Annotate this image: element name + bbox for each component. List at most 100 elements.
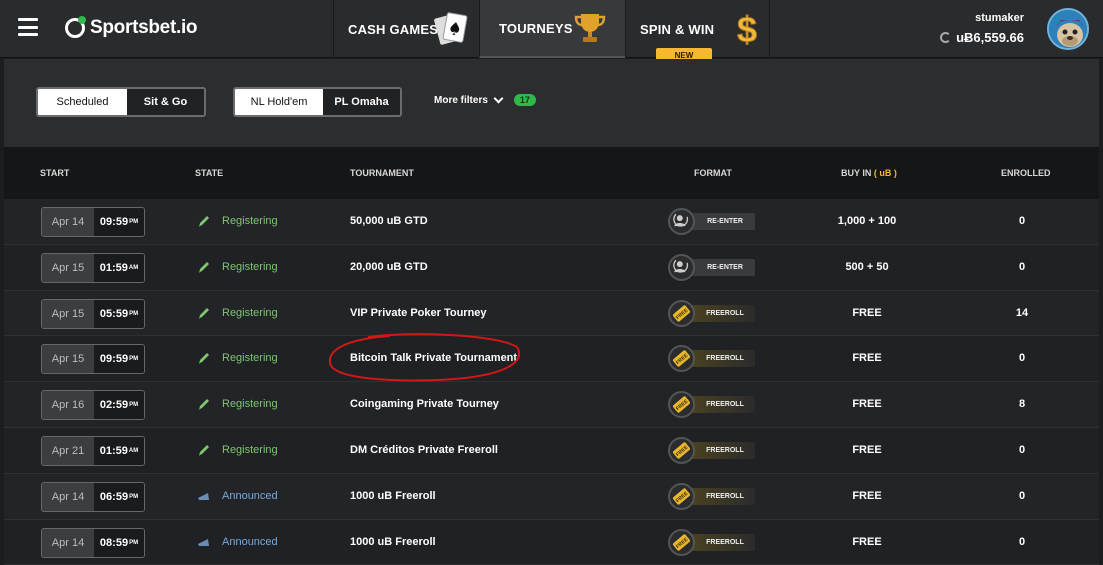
state: Registering <box>197 214 278 228</box>
pen-icon <box>199 399 209 411</box>
tab-scheduled[interactable]: Scheduled <box>38 89 127 115</box>
format: FREE FREEROLL <box>668 528 755 556</box>
format: RE-ENTER <box>668 253 755 281</box>
start-time: Apr 15 05:59 PM <box>41 298 145 329</box>
table-row[interactable]: Apr 15 01:59 AM Registering 20,000 uB GTD RE-… <box>4 244 1099 291</box>
tournament-name[interactable]: Bitcoin Talk Private Tournament <box>350 352 517 364</box>
enrolled-count: 14 <box>1015 306 1029 319</box>
logo[interactable]: Sportsbet.io <box>65 16 198 39</box>
tab-pl-omaha[interactable]: PL Omaha <box>323 89 400 115</box>
format-label: FREEROLL <box>689 396 755 414</box>
tab-sit-and-go[interactable]: Sit & Go <box>127 89 204 115</box>
game-tab-group: NL Hold'em PL Omaha <box>233 87 402 117</box>
enrolled-count: 0 <box>1018 352 1026 365</box>
free-tag-icon: FREE <box>668 345 695 373</box>
user-info[interactable]: stumaker uɃ6,559.66 <box>940 12 1024 45</box>
start-clock-time: 09:59 <box>99 216 129 228</box>
nav-cash-games[interactable]: CASH GAMES <box>333 0 479 58</box>
nav-tourneys[interactable]: TOURNEYS <box>479 0 625 58</box>
buy-in: 500 + 50 <box>845 260 889 273</box>
free-tag-icon: FREE <box>668 528 695 556</box>
start-clock-time: 02:59 <box>99 399 129 412</box>
format-label: FREEROLL <box>689 533 755 551</box>
type-tab-group: Scheduled Sit & Go <box>36 87 206 117</box>
nav-spin-and-win[interactable]: SPIN & WIN $ NEW <box>625 0 770 64</box>
start-time: Apr 21 01:59 AM <box>41 435 145 466</box>
start-date: Apr 15 <box>42 345 94 374</box>
tournament-name[interactable]: 1000 uB Freeroll <box>350 536 436 548</box>
tournament-name[interactable]: 1000 uB Freeroll <box>350 490 436 502</box>
enrolled-count: 0 <box>1018 215 1026 227</box>
state-label: Registering <box>222 398 278 411</box>
megaphone-icon <box>198 538 209 546</box>
enrolled-count: 0 <box>1018 443 1026 456</box>
state-label: Registering <box>222 352 278 365</box>
table-row[interactable]: Apr 14 08:59 PM Announced 1000 uB Freeroll FR… <box>4 519 1099 565</box>
tournament-name[interactable]: 50,000 uB GTD <box>350 215 428 227</box>
table-row[interactable]: Apr 15 09:59 PM Registering Bitcoin Talk Pri… <box>4 336 1099 383</box>
format: FREE FREEROLL <box>668 299 755 327</box>
state: Registering <box>197 351 278 365</box>
start-date: Apr 14 <box>42 208 94 236</box>
start-clock-time: 08:59 <box>99 536 129 549</box>
start-clock: 01:59 AM <box>94 253 144 282</box>
username: stumaker <box>975 12 1024 24</box>
start-clock-time: 05:59 <box>99 307 129 320</box>
header-state[interactable]: STATE <box>195 168 223 178</box>
nav-tourneys-label: TOURNEYS <box>499 20 573 36</box>
buy-in: 1,000 + 100 <box>837 215 897 227</box>
format: FREE FREEROLL <box>668 345 755 373</box>
tab-nl-holdem[interactable]: NL Hold'em <box>235 89 323 115</box>
state-label: Registering <box>222 215 278 227</box>
format: FREE FREEROLL <box>668 482 755 510</box>
free-tag-icon: FREE <box>668 391 695 419</box>
logo-text: Sportsbet.io <box>90 17 198 38</box>
header-buyin[interactable]: BUY IN ( uB ) <box>841 168 897 178</box>
start-time: Apr 14 09:59 PM <box>41 207 145 237</box>
start-clock: 05:59 PM <box>94 299 144 328</box>
format: FREE FREEROLL <box>668 391 755 419</box>
header-tournament[interactable]: TOURNAMENT <box>350 168 414 178</box>
start-clock-ampm: PM <box>129 493 139 500</box>
tournament-name[interactable]: Coingaming Private Tourney <box>350 398 499 410</box>
avatar[interactable] <box>1047 8 1089 50</box>
start-clock-time: 06:59 <box>99 490 129 503</box>
start-date: Apr 21 <box>42 436 94 465</box>
more-filters-button[interactable]: More filters 17 <box>434 93 536 106</box>
nav-cash-games-label: CASH GAMES <box>348 21 439 37</box>
enrolled-count: 0 <box>1018 535 1026 548</box>
top-bar: Sportsbet.io CASH GAMES TOURNEYS SPIN & … <box>0 0 1103 64</box>
playing-cards-icon <box>434 12 468 45</box>
pen-icon <box>199 261 209 273</box>
start-clock-time: 01:59 <box>99 261 128 274</box>
format-label: RE-ENTER <box>689 258 755 276</box>
tournament-name[interactable]: DM Créditos Private Freeroll <box>350 444 498 456</box>
start-date: Apr 15 <box>42 299 94 328</box>
table-row[interactable]: Apr 21 01:59 AM Registering DM Créditos Priv… <box>4 427 1099 474</box>
table-row[interactable]: Apr 16 02:59 PM Registering Coingaming Priva… <box>4 382 1099 428</box>
header-format[interactable]: FORMAT <box>694 168 732 178</box>
menu-icon[interactable] <box>18 18 38 36</box>
tournament-name[interactable]: 20,000 uB GTD <box>350 261 428 273</box>
refresh-icon[interactable] <box>940 32 952 43</box>
start-time: Apr 15 09:59 PM <box>41 344 145 375</box>
start-clock: 09:59 PM <box>94 208 144 236</box>
start-date: Apr 15 <box>42 253 94 282</box>
free-tag-icon: FREE <box>668 436 695 464</box>
table-row[interactable]: Apr 15 05:59 PM Registering VIP Private Poke… <box>4 290 1099 337</box>
state: Registering <box>197 397 278 411</box>
tournament-name[interactable]: VIP Private Poker Tourney <box>350 307 487 319</box>
megaphone-icon <box>198 492 209 500</box>
table-row[interactable]: Apr 14 09:59 PM Registering 50,000 uB GTD RE-… <box>4 199 1099 245</box>
pen-icon <box>199 307 209 319</box>
format-label: FREEROLL <box>689 304 755 322</box>
re-enter-icon <box>668 253 695 281</box>
table-row[interactable]: Apr 14 06:59 PM Announced 1000 uB Freeroll FR… <box>4 473 1099 520</box>
logo-mark-icon <box>65 16 86 38</box>
header-start[interactable]: START <box>40 168 69 178</box>
start-clock: 09:59 PM <box>94 345 144 374</box>
enrolled-count: 0 <box>1018 260 1026 273</box>
state: Announced <box>197 535 278 549</box>
header-enrolled[interactable]: ENROLLED <box>1001 168 1051 178</box>
free-tag-icon: FREE <box>668 299 695 327</box>
